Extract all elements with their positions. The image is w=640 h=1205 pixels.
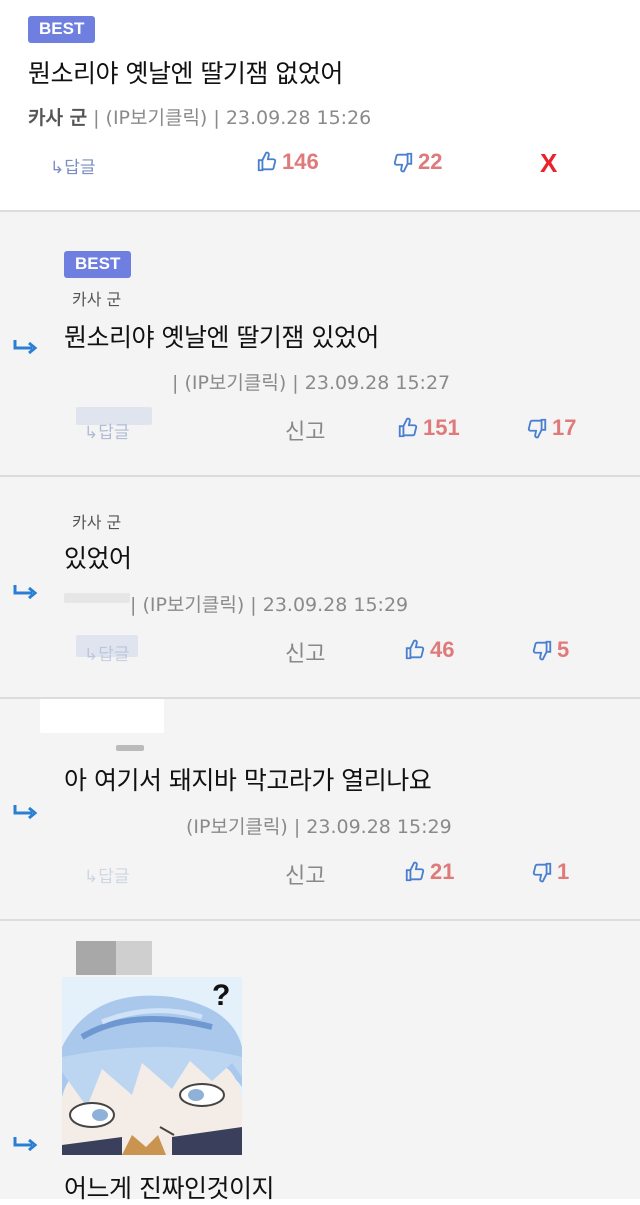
downvote-count: 1 xyxy=(557,859,570,884)
comment-meta: | (IP보기클릭) | 23.09.28 15:27 xyxy=(172,372,451,394)
reply-arrow-icon xyxy=(13,1137,38,1152)
comment-5: ? 어느게 진짜인것이지 xyxy=(0,921,640,1203)
redacted-block xyxy=(116,941,152,975)
redacted-block xyxy=(64,593,130,603)
report-button[interactable]: 신고 xyxy=(285,636,325,668)
comment-text: 있었어 xyxy=(64,544,132,573)
comment-3: 카사 군 있었어 | (IP보기클릭) | 23.09.28 15:29 ↳답글… xyxy=(0,477,640,699)
comment-text: 뭔소리야 옛날엔 딸기잼 있었어 xyxy=(64,323,379,352)
comment-text: 아 여기서 돼지바 막고라가 열리나요 xyxy=(64,766,432,795)
reply-arrow-icon xyxy=(13,585,38,600)
thumbs-up-icon xyxy=(398,417,418,438)
reply-arrow-icon xyxy=(13,805,38,820)
comment-text: 어느게 진짜인것이지 xyxy=(64,1174,274,1203)
comment-2: BEST 카사 군 뭔소리야 옛날엔 딸기잼 있었어 | (IP보기클릭) | … xyxy=(0,212,640,477)
upvote-button[interactable]: 146 xyxy=(256,149,319,175)
comment-meta: 카사 군 | (IP보기클릭) | 23.09.28 15:26 xyxy=(28,103,371,130)
thumbs-down-icon xyxy=(532,640,552,661)
report-button[interactable]: 신고 xyxy=(285,414,325,446)
redacted-block xyxy=(76,941,116,975)
comment-4: 아 여기서 돼지바 막고라가 열리나요 (IP보기클릭) | 23.09.28 … xyxy=(0,699,640,921)
question-mark: ? xyxy=(212,979,231,1012)
comment-meta: | (IP보기클릭) | 23.09.28 15:29 xyxy=(130,594,409,616)
downvote-count: 22 xyxy=(418,149,443,174)
thumbs-down-icon xyxy=(532,862,552,883)
author-name[interactable]: 카사 군 xyxy=(28,107,87,129)
upvote-button[interactable]: 46 xyxy=(404,637,454,663)
downvote-button[interactable]: 1 xyxy=(531,859,569,885)
delete-button[interactable]: X xyxy=(540,148,557,179)
downvote-button[interactable]: 17 xyxy=(526,415,576,441)
best-badge: BEST xyxy=(64,251,132,278)
best-badge: BEST xyxy=(28,16,96,43)
comment-meta-info: | (IP보기클릭) | 23.09.28 15:26 xyxy=(87,107,372,129)
comment-meta: (IP보기클릭) | 23.09.28 15:29 xyxy=(186,816,452,838)
reply-button[interactable]: ↳답글 xyxy=(84,640,130,665)
downvote-count: 5 xyxy=(557,637,570,662)
report-button[interactable]: 신고 xyxy=(285,858,325,890)
comment-text: 뭔소리야 옛날엔 딸기잼 없었어 xyxy=(28,59,343,88)
downvote-button[interactable]: 22 xyxy=(392,149,442,175)
downvote-button[interactable]: 5 xyxy=(531,637,569,663)
author-name[interactable]: 카사 군 xyxy=(72,286,121,310)
redacted-block xyxy=(40,699,164,733)
thumbs-up-icon xyxy=(405,639,425,660)
comment-1: BEST 뭔소리야 옛날엔 딸기잼 없었어 카사 군 | (IP보기클릭) | … xyxy=(0,0,640,212)
reply-button[interactable]: ↳답글 xyxy=(84,418,130,443)
thumbs-up-icon xyxy=(257,151,277,172)
upvote-count: 21 xyxy=(430,859,455,884)
upvote-count: 146 xyxy=(282,149,319,174)
reply-button[interactable]: ↳답글 xyxy=(84,862,130,887)
redacted-block xyxy=(116,745,144,751)
upvote-count: 46 xyxy=(430,637,455,662)
comment-image[interactable]: ? xyxy=(62,977,242,1155)
upvote-button[interactable]: 151 xyxy=(397,415,460,441)
upvote-button[interactable]: 21 xyxy=(404,859,454,885)
reply-arrow-icon xyxy=(13,340,38,355)
upvote-count: 151 xyxy=(423,415,460,440)
thumbs-down-icon xyxy=(393,152,413,173)
author-name[interactable]: 카사 군 xyxy=(72,509,121,533)
reply-button[interactable]: ↳답글 xyxy=(50,153,96,178)
thumbs-down-icon xyxy=(527,418,547,439)
downvote-count: 17 xyxy=(552,415,577,440)
thumbs-up-icon xyxy=(405,861,425,882)
